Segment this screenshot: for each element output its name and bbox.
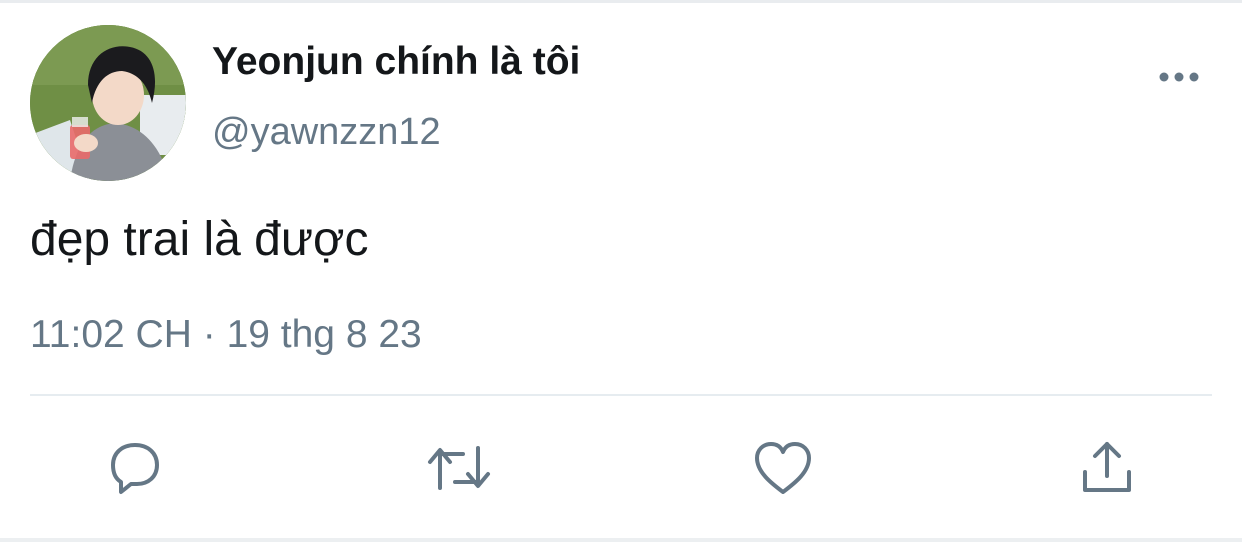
- retweet-icon: [428, 446, 490, 490]
- display-name[interactable]: Yeonjun chính là tôi: [212, 38, 580, 86]
- reply-button[interactable]: [101, 436, 169, 500]
- more-options-button[interactable]: [1152, 60, 1206, 94]
- actions-divider: [30, 394, 1212, 396]
- meta-separator: ·: [202, 313, 216, 356]
- tweet-timestamp[interactable]: 11:02 CH · 19 thg 8 23: [30, 310, 422, 360]
- bottom-divider: [0, 538, 1242, 542]
- user-handle[interactable]: @yawnzzn12: [212, 108, 441, 156]
- tweet-time: 11:02 CH: [30, 313, 192, 356]
- avatar[interactable]: [30, 25, 186, 181]
- top-divider: [0, 0, 1242, 3]
- retweet-button[interactable]: [425, 436, 493, 500]
- more-horizontal-icon: [1159, 72, 1199, 82]
- tweet-text: đẹp trai là được: [30, 213, 369, 266]
- share-icon: [1083, 442, 1131, 492]
- avatar-image: [30, 25, 186, 181]
- like-button[interactable]: [749, 436, 817, 500]
- share-button[interactable]: [1073, 436, 1141, 500]
- tweet-date: 19 thg 8 23: [226, 313, 422, 356]
- reply-icon: [111, 443, 159, 494]
- heart-icon: [755, 442, 811, 494]
